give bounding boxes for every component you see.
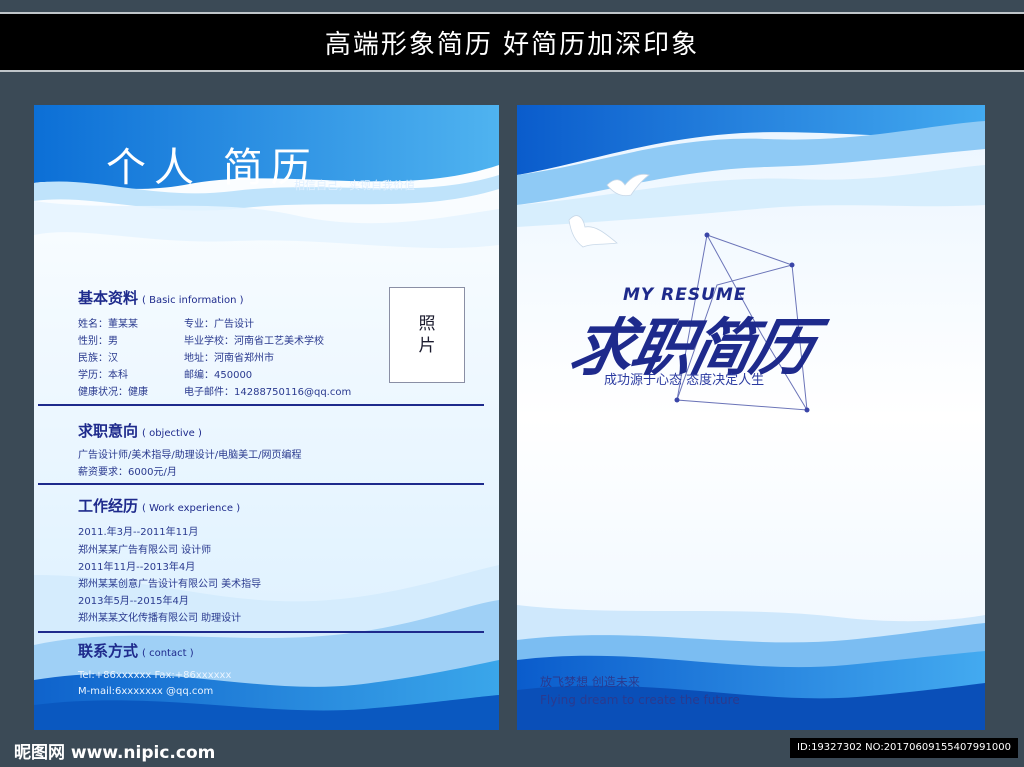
contact-phone: Tel:+86xxxxxx Fax:+86xxxxxx — [78, 670, 232, 681]
cover-tagline-cn: 放飞梦想 创造未来 — [540, 675, 640, 689]
objective-line: 广告设计师/美术指导/助理设计/电脑美工/网页编程 — [78, 450, 302, 461]
photo-placeholder: 照片 — [389, 287, 465, 383]
top-banner: 高端形象简历 好简历加深印象 — [0, 12, 1024, 72]
cover-slogan: 成功源于心态 态度决定人生 — [604, 373, 765, 388]
work-line: 郑州某某创意广告设计有限公司 美术指导 — [78, 579, 262, 590]
work-line: 郑州某某文化传播有限公司 助理设计 — [78, 613, 242, 624]
objective-line: 薪资要求：6000元/月 — [78, 467, 177, 478]
info-school: 毕业学校：河南省工艺美术学校 — [184, 336, 324, 347]
info-address: 地址：河南省郑州市 — [184, 353, 274, 364]
photo-label: 照片 — [418, 314, 436, 356]
work-title-en: ( Work experience ) — [142, 503, 241, 514]
basic-info-heading: 基本资料( Basic information ) — [78, 287, 244, 308]
contact-title-en: ( contact ) — [142, 648, 194, 659]
resume-motto: 相信自己，实现自我价值 — [294, 179, 415, 192]
left-page-background — [34, 105, 499, 730]
info-health: 健康状况：健康 — [78, 387, 148, 398]
info-ethnicity: 民族：汉 — [78, 353, 118, 364]
objective-heading: 求职意向( objective ) — [78, 420, 202, 441]
info-major: 专业：广告设计 — [184, 319, 254, 330]
work-line: 2011.年3月--2011年11月 — [78, 527, 199, 538]
info-gender: 性别：男 — [78, 336, 118, 347]
work-line: 郑州某某广告有限公司 设计师 — [78, 545, 212, 556]
cover-background — [517, 105, 985, 730]
section-divider — [38, 483, 484, 485]
basic-info-title-en: ( Basic information ) — [142, 295, 244, 306]
work-heading: 工作经历( Work experience ) — [78, 495, 240, 516]
resume-title: 个人 简历 — [106, 145, 319, 191]
info-postcode: 邮编：450000 — [184, 370, 253, 381]
info-email: 电子邮件：14288750116@qq.com — [184, 387, 352, 398]
objective-title: 求职意向 — [78, 422, 139, 440]
contact-title: 联系方式 — [78, 642, 139, 660]
work-line: 2011年11月--2013年4月 — [78, 562, 196, 573]
basic-info-title: 基本资料 — [78, 289, 139, 307]
contact-heading: 联系方式( contact ) — [78, 640, 194, 661]
objective-title-en: ( objective ) — [142, 428, 202, 439]
work-line: 2013年5月--2015年4月 — [78, 596, 189, 607]
work-title: 工作经历 — [78, 497, 139, 515]
section-divider — [38, 631, 484, 633]
section-divider — [38, 404, 484, 406]
banner-text: 高端形象简历 好简历加深印象 — [324, 29, 700, 60]
nipic-logo: 昵图网 www.nipic.com — [14, 743, 216, 763]
resume-page-left: 个人 简历 相信自己，实现自我价值 基本资料( Basic informatio… — [34, 105, 499, 730]
info-education: 学历：本科 — [78, 370, 128, 381]
image-id-label: ID:19327302 NO:20170609155407991000 — [790, 738, 1018, 758]
contact-email: M-mail:6xxxxxxx @qq.com — [78, 686, 214, 697]
resume-cover-right: MY RESUME 求职简历 成功源于心态 态度决定人生 放飞梦想 创造未来 F… — [517, 105, 985, 730]
cover-tagline-en: Flying dream to create the future — [540, 693, 740, 707]
info-name: 姓名：董某某 — [78, 319, 138, 330]
